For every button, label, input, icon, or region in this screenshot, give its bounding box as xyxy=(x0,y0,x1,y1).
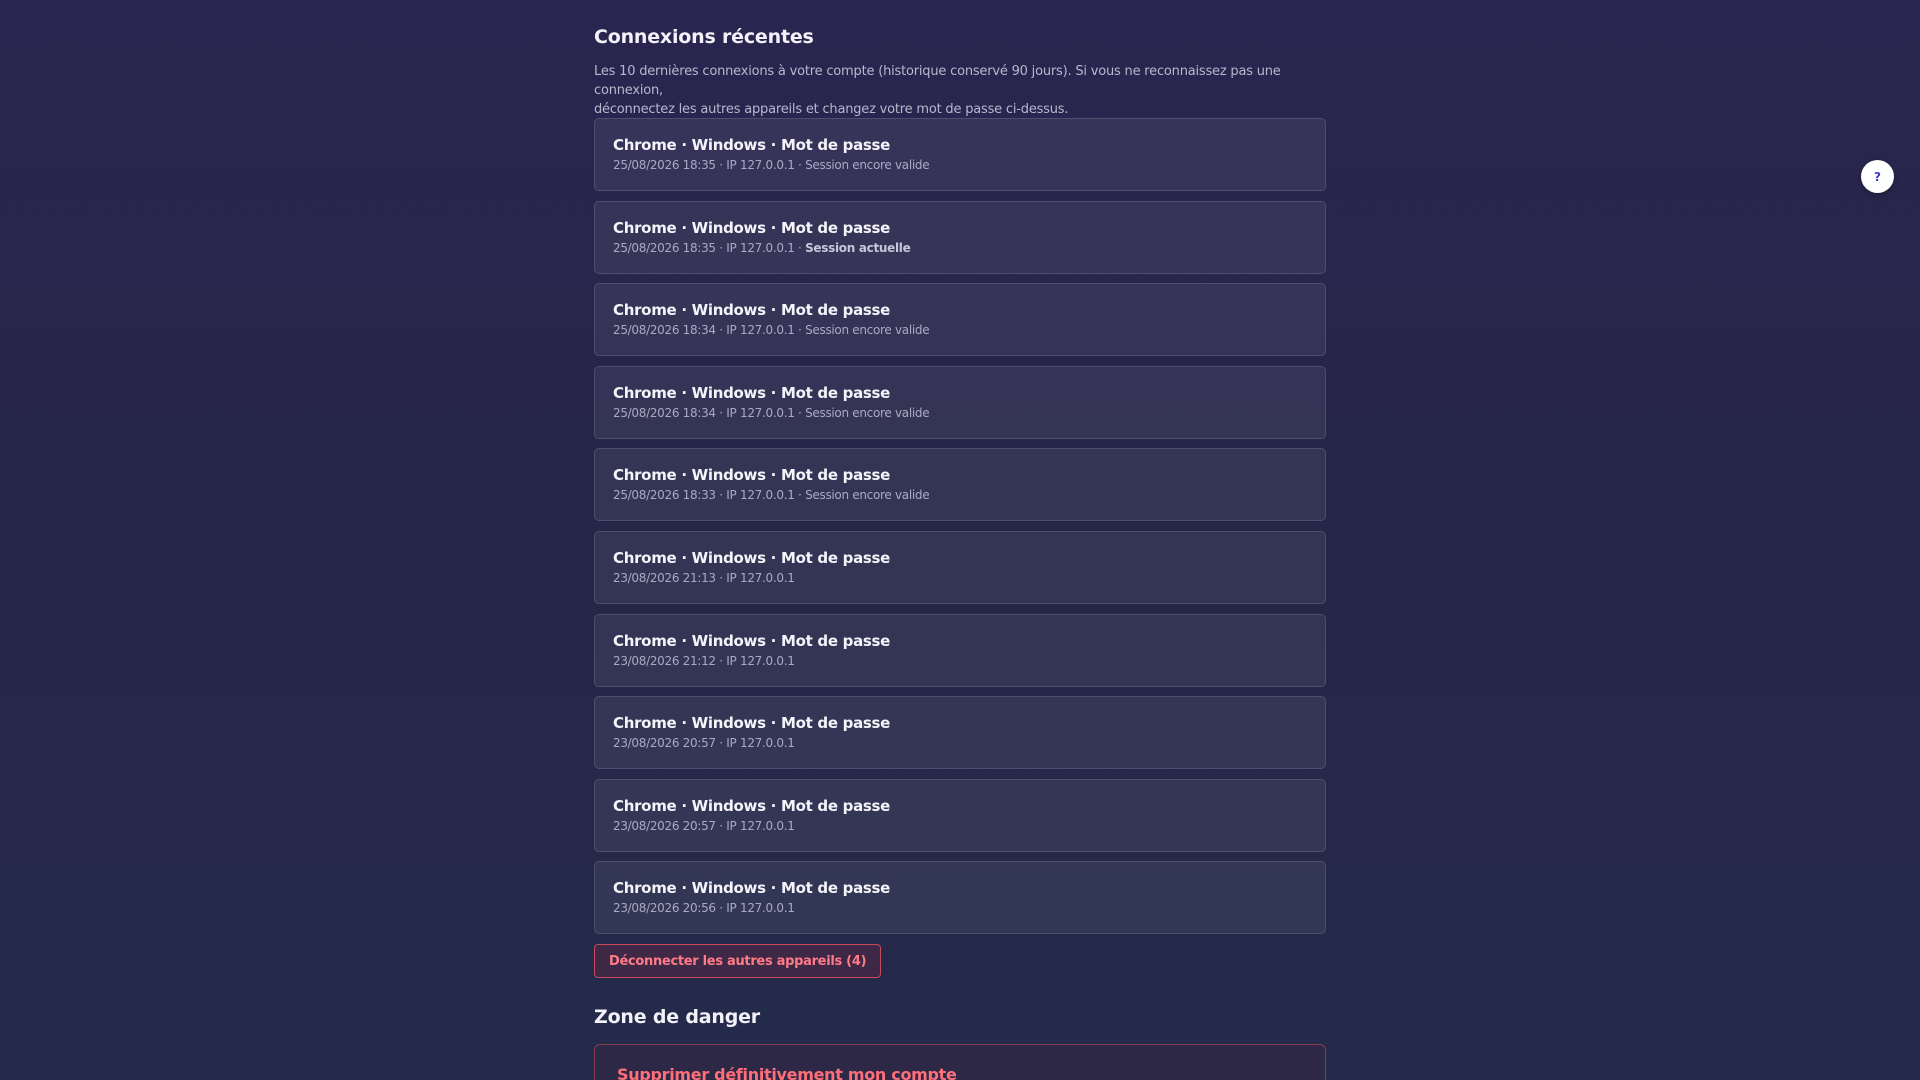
session-status-current: Session actuelle xyxy=(805,240,911,255)
session-item: Chrome · Windows · Mot de passe 23/08/20… xyxy=(594,861,1326,935)
session-details: 25/08/2026 18:33 · IP 127.0.0.1 · xyxy=(613,488,806,503)
intro-line-1: Les 10 dernières connexions à votre comp… xyxy=(594,64,1281,98)
session-meta: 23/08/2026 21:13 · IP 127.0.0.1 xyxy=(613,570,1307,586)
session-item: Chrome · Windows · Mot de passe 23/08/20… xyxy=(594,613,1326,687)
session-item: Chrome · Windows · Mot de passe 25/08/20… xyxy=(594,283,1326,357)
session-details: 23/08/2026 20:57 · IP 127.0.0.1 xyxy=(613,736,795,751)
session-title: Chrome · Windows · Mot de passe xyxy=(613,466,891,485)
session-details: 25/08/2026 18:35 · IP 127.0.0.1 · xyxy=(613,240,806,255)
session-meta: 25/08/2026 18:33 · IP 127.0.0.1 · Sessio… xyxy=(613,487,1307,503)
recent-connections-title: Connexions récentes xyxy=(594,26,814,48)
session-item: Chrome · Windows · Mot de passe 23/08/20… xyxy=(594,696,1326,770)
session-details: 23/08/2026 20:56 · IP 127.0.0.1 xyxy=(613,901,795,916)
session-title: Chrome · Windows · Mot de passe xyxy=(613,631,891,650)
session-title: Chrome · Windows · Mot de passe xyxy=(613,383,891,402)
session-meta: 23/08/2026 20:57 · IP 127.0.0.1 xyxy=(613,735,1307,751)
session-item: Chrome · Windows · Mot de passe 25/08/20… xyxy=(594,365,1326,439)
logout-other-devices-button[interactable]: Déconnecter les autres appareils (4) xyxy=(594,944,882,978)
session-details: 25/08/2026 18:34 · IP 127.0.0.1 · xyxy=(613,405,806,420)
session-item: Chrome · Windows · Mot de passe 23/08/20… xyxy=(594,530,1326,604)
session-item: Chrome · Windows · Mot de passe 25/08/20… xyxy=(594,448,1326,522)
sessions-list: Chrome · Windows · Mot de passe 25/08/20… xyxy=(594,118,1326,944)
session-title: Chrome · Windows · Mot de passe xyxy=(613,301,891,320)
session-title: Chrome · Windows · Mot de passe xyxy=(613,714,891,733)
session-status: Session encore valide xyxy=(805,323,930,338)
delete-account-heading: Supprimer définitivement mon compte xyxy=(617,1065,957,1080)
recent-connections-intro: Les 10 dernières connexions à votre comp… xyxy=(594,62,1326,119)
session-status: Session encore valide xyxy=(805,405,930,420)
session-title: Chrome · Windows · Mot de passe xyxy=(613,548,891,567)
session-meta: 25/08/2026 18:34 · IP 127.0.0.1 · Sessio… xyxy=(613,405,1307,421)
session-details: 23/08/2026 21:13 · IP 127.0.0.1 xyxy=(613,570,795,585)
session-meta: 25/08/2026 18:34 · IP 127.0.0.1 · Sessio… xyxy=(613,322,1307,338)
session-title: Chrome · Windows · Mot de passe xyxy=(613,218,891,237)
session-meta: 25/08/2026 18:35 · IP 127.0.0.1 · Sessio… xyxy=(613,240,1307,256)
session-item: Chrome · Windows · Mot de passe 25/08/20… xyxy=(594,118,1326,191)
session-status: Session encore valide xyxy=(805,488,930,503)
question-mark-icon: ? xyxy=(1874,169,1881,184)
danger-zone-title: Zone de danger xyxy=(594,1006,760,1028)
session-details: 25/08/2026 18:34 · IP 127.0.0.1 · xyxy=(613,323,806,338)
delete-account-panel: Supprimer définitivement mon compte xyxy=(594,1044,1326,1080)
session-meta: 23/08/2026 21:12 · IP 127.0.0.1 xyxy=(613,653,1307,669)
help-button[interactable]: ? xyxy=(1861,160,1894,193)
intro-line-2: déconnectez les autres appareils et chan… xyxy=(594,102,1069,117)
session-details: 23/08/2026 20:57 · IP 127.0.0.1 xyxy=(613,818,795,833)
session-meta: 23/08/2026 20:57 · IP 127.0.0.1 xyxy=(613,818,1307,834)
session-title: Chrome · Windows · Mot de passe xyxy=(613,879,891,898)
session-details: 25/08/2026 18:35 · IP 127.0.0.1 · xyxy=(613,158,806,172)
session-item-current: Chrome · Windows · Mot de passe 25/08/20… xyxy=(594,200,1326,274)
session-title: Chrome · Windows · Mot de passe xyxy=(613,136,891,154)
session-meta: 23/08/2026 20:56 · IP 127.0.0.1 xyxy=(613,900,1307,916)
session-details: 23/08/2026 21:12 · IP 127.0.0.1 xyxy=(613,653,795,668)
session-meta: 25/08/2026 18:35 · IP 127.0.0.1 · Sessio… xyxy=(613,157,1307,173)
session-title: Chrome · Windows · Mot de passe xyxy=(613,796,891,815)
session-item: Chrome · Windows · Mot de passe 23/08/20… xyxy=(594,778,1326,852)
session-status: Session encore valide xyxy=(805,158,930,172)
